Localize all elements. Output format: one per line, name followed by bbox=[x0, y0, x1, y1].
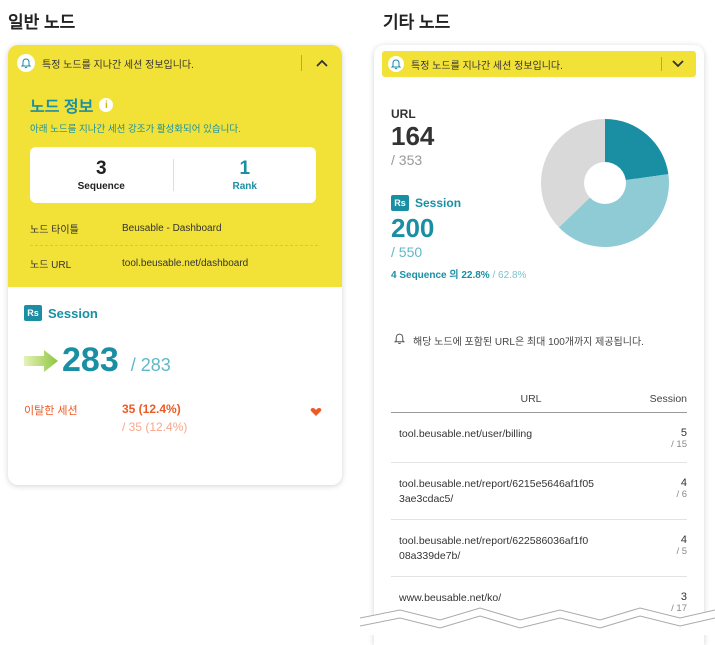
url-count: 164 bbox=[391, 121, 435, 151]
node-info-title: 노드 정보 bbox=[30, 99, 94, 116]
sequence-label: Sequence bbox=[77, 181, 125, 192]
node-title-row: 노드 타이틀 Beusable - Dashboard bbox=[30, 211, 326, 245]
bell-outline-icon bbox=[393, 333, 406, 348]
row-url[interactable]: tool.beusable.net/report/6215e5646af1f05… bbox=[399, 477, 631, 507]
session-count: 200 bbox=[391, 213, 435, 243]
notice-divider bbox=[301, 55, 302, 71]
torn-edge-divider bbox=[360, 607, 715, 635]
session-count: 283 bbox=[62, 341, 119, 379]
table-row[interactable]: tool.beusable.net/report/622586036af1f0 … bbox=[391, 520, 687, 577]
row-session: 5/ 15 bbox=[631, 427, 687, 450]
bell-icon bbox=[17, 54, 35, 72]
notice-text: 특정 노드를 지나간 세션 정보입니다. bbox=[42, 59, 194, 71]
info-icon[interactable]: i bbox=[99, 98, 114, 112]
rank-stat: 1 Rank bbox=[174, 158, 317, 192]
col-session-header: Session bbox=[649, 392, 687, 405]
general-node-card: 특정 노드를 지나간 세션 정보입니다. 노드 정보 i 아래 노드를 지나간 … bbox=[8, 45, 342, 485]
sequence-value: 3 bbox=[95, 158, 107, 179]
sequence-share: 4 Sequence 의 22.8% / 62.8% bbox=[391, 266, 526, 281]
session-heading: Rs Session bbox=[24, 305, 342, 321]
url-table: URL Session tool.beusable.net/user/billi… bbox=[391, 385, 687, 627]
session-count-row: 283 / 283 bbox=[24, 341, 342, 380]
row-session-total: / 5 bbox=[676, 546, 687, 557]
notice-bar: 특정 노드를 지나간 세션 정보입니다. bbox=[382, 51, 696, 77]
session-rs-icon: Rs bbox=[24, 305, 42, 321]
sequence-share-value: 4 Sequence 의 22.8% bbox=[391, 270, 490, 281]
node-info-description: 아래 노드를 지나간 세션 강조가 활성화되어 있습니다. bbox=[30, 124, 241, 135]
node-stats-box: 3 Sequence 1 Rank bbox=[30, 147, 316, 203]
session-total: / 550 bbox=[391, 244, 423, 260]
exit-heart-icon bbox=[310, 404, 322, 434]
session-donut-chart bbox=[541, 119, 669, 247]
table-row[interactable]: tool.beusable.net/report/6215e5646af1f05… bbox=[391, 463, 687, 520]
url-table-header: URL Session bbox=[391, 385, 687, 413]
session-stats: Rs Session 200 / 550 4 Sequence 의 22.8% … bbox=[391, 195, 526, 281]
row-session: 4/ 5 bbox=[631, 534, 687, 564]
row-session-total: / 15 bbox=[671, 439, 687, 450]
url-total: / 353 bbox=[391, 152, 423, 168]
node-info-heading: 노드 정보 i bbox=[30, 93, 326, 117]
node-title-value: Beusable - Dashboard bbox=[122, 222, 222, 234]
exit-session-label: 이탈한 세션 bbox=[24, 405, 78, 417]
notice-text: 특정 노드를 지나간 세션 정보입니다. bbox=[411, 60, 563, 72]
exit-session-value: 35 (12.4%) bbox=[122, 402, 181, 416]
session-heading: Rs Session bbox=[391, 195, 526, 211]
session-rs-icon: Rs bbox=[391, 195, 409, 211]
node-url-row: 노드 URL tool.beusable.net/dashboard bbox=[30, 246, 326, 280]
row-session-total: / 6 bbox=[676, 489, 687, 500]
section-title-general-node: 일반 노드 bbox=[8, 13, 76, 32]
other-node-card: 특정 노드를 지나간 세션 정보입니다. URL 164 / 353 Rs Se… bbox=[374, 45, 704, 645]
arrow-right-icon bbox=[24, 349, 58, 372]
donut-hole bbox=[584, 162, 626, 204]
exit-session-row: 이탈한 세션 35 (12.4%) / 35 (12.4%) bbox=[24, 402, 342, 434]
session-label: Session bbox=[415, 196, 462, 210]
notice-divider bbox=[661, 57, 662, 71]
url-stats: URL 164 / 353 bbox=[391, 107, 434, 168]
url-limit-note: 해당 노드에 포함된 URL은 최대 100개까지 제공됩니다. bbox=[393, 333, 644, 348]
row-url[interactable]: tool.beusable.net/report/622586036af1f0 … bbox=[399, 534, 631, 564]
col-url-header: URL bbox=[520, 392, 542, 405]
rank-value: 1 bbox=[239, 158, 251, 179]
rank-label: Rank bbox=[232, 181, 257, 192]
url-limit-note-text: 해당 노드에 포함된 URL은 최대 100개까지 제공됩니다. bbox=[413, 337, 644, 348]
notice-bar: 특정 노드를 지나간 세션 정보입니다. bbox=[8, 45, 342, 81]
sequence-stat: 3 Sequence bbox=[30, 158, 173, 192]
sequence-share-total: / 62.8% bbox=[489, 270, 527, 281]
row-session-count: 4 bbox=[680, 477, 687, 489]
row-session-count: 4 bbox=[680, 534, 687, 546]
exit-session-total: / 35 (12.4%) bbox=[122, 420, 188, 434]
url-label: URL bbox=[391, 107, 416, 121]
chevron-down-icon[interactable] bbox=[670, 56, 686, 72]
node-url-value: tool.beusable.net/dashboard bbox=[122, 257, 249, 269]
section-title-other-node: 기타 노드 bbox=[383, 13, 451, 32]
session-label: Session bbox=[48, 305, 98, 321]
bell-icon bbox=[388, 56, 404, 72]
row-session-count: 5 bbox=[680, 427, 687, 439]
node-title-key: 노드 타이틀 bbox=[30, 224, 79, 236]
table-row[interactable]: tool.beusable.net/user/billing 5/ 15 bbox=[391, 413, 687, 463]
row-url[interactable]: tool.beusable.net/user/billing bbox=[399, 427, 631, 450]
chevron-up-icon[interactable] bbox=[314, 55, 330, 71]
node-url-key: 노드 URL bbox=[30, 259, 72, 271]
session-total: / 283 bbox=[130, 355, 171, 375]
node-info-panel: 노드 정보 i 아래 노드를 지나간 세션 강조가 활성화되어 있습니다. 3 … bbox=[8, 81, 342, 287]
row-session: 4/ 6 bbox=[631, 477, 687, 507]
